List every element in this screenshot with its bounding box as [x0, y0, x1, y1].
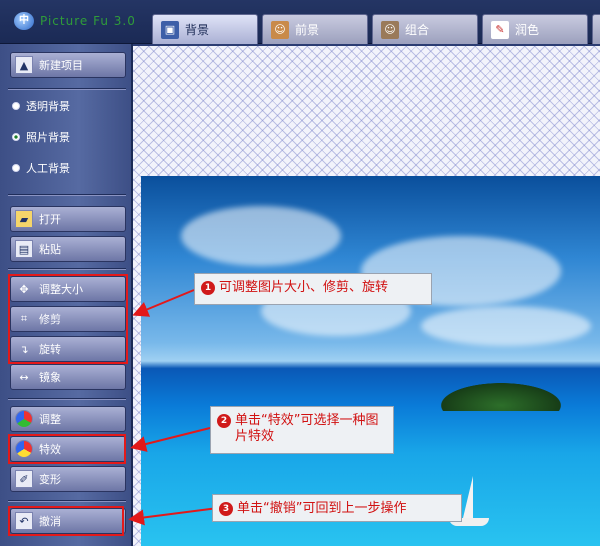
radio-label: 人工背景	[26, 162, 70, 175]
button-label: 新建项目	[39, 59, 83, 72]
cloud	[421, 306, 591, 346]
callout-text: 单击“撤销”可回到上一步操作	[237, 501, 407, 516]
brush-icon: ✎	[491, 20, 509, 39]
divider	[8, 500, 126, 502]
tab-foreground[interactable]: ☺ 前景	[262, 14, 368, 44]
radio-dot[interactable]	[12, 133, 20, 141]
folder-icon: ▰	[15, 210, 33, 228]
tab-compose[interactable]: ☺ 组合	[372, 14, 478, 44]
radio-label: 照片背景	[26, 131, 70, 144]
tab-retouch[interactable]: ✎ 润色	[482, 14, 588, 44]
compose-icon: ☺	[381, 20, 399, 39]
portrait-icon: ☺	[271, 20, 289, 39]
top-bar: 中 Picture Fu 3.0 ▣ 背景 ☺ 前景 ☺ 组合 ✎ 润色	[0, 0, 600, 44]
island	[441, 383, 561, 411]
callout-text: 可调整图片大小、修剪、旋转	[219, 280, 389, 295]
divider	[8, 194, 126, 196]
color-wheel-icon	[15, 410, 33, 428]
mirror-button[interactable]: ↔ 镜象	[10, 364, 126, 390]
tab-label: 组合	[405, 23, 430, 37]
highlight-box-transform-tools	[8, 274, 128, 364]
clipboard-icon: ▤	[15, 240, 33, 258]
cloud	[181, 206, 341, 266]
callout-text: 单击“特效”可选择一种图片特效	[235, 413, 379, 444]
tab-label: 润色	[515, 23, 540, 37]
radio-dot[interactable]	[12, 164, 20, 172]
button-label: 镜象	[39, 371, 61, 384]
radio-manual-bg[interactable]: 人工背景	[12, 160, 70, 176]
radio-dot[interactable]	[12, 102, 20, 110]
image-icon: ▣	[161, 20, 179, 39]
button-label: 调整	[39, 413, 61, 426]
divider	[8, 88, 126, 90]
divider	[8, 398, 126, 400]
open-button[interactable]: ▰ 打开	[10, 206, 126, 232]
app-title: Picture Fu 3.0	[40, 14, 136, 28]
tab-label: 前景	[295, 23, 320, 37]
button-label: 打开	[39, 213, 61, 226]
highlight-box-effects	[8, 434, 126, 464]
app-logo-icon: 中	[14, 12, 34, 30]
new-image-icon: ▲	[15, 56, 33, 74]
highlight-box-undo	[8, 506, 124, 536]
sailboat-sail	[463, 476, 473, 518]
radio-transparent-bg[interactable]: 透明背景	[12, 98, 70, 114]
step-number: 2	[217, 414, 231, 428]
callout-1: 1 可调整图片大小、修剪、旋转	[194, 273, 432, 305]
button-label: 变形	[39, 473, 61, 486]
warp-icon: ✐	[15, 470, 33, 488]
step-number: 1	[201, 281, 215, 295]
tab-more[interactable]	[592, 14, 600, 44]
adjust-button[interactable]: 调整	[10, 406, 126, 432]
paste-button[interactable]: ▤ 粘贴	[10, 236, 126, 262]
divider	[8, 268, 126, 270]
button-label: 粘贴	[39, 243, 61, 256]
tab-label: 背景	[185, 23, 210, 37]
step-number: 3	[219, 502, 233, 516]
background-photo	[141, 176, 600, 546]
transform-button[interactable]: ✐ 变形	[10, 466, 126, 492]
new-project-button[interactable]: ▲ 新建项目	[10, 52, 126, 78]
callout-2: 2 单击“特效”可选择一种图片特效	[210, 406, 394, 454]
mirror-arrows-icon: ↔	[19, 370, 29, 384]
tab-background[interactable]: ▣ 背景	[152, 14, 258, 44]
callout-3: 3 单击“撤销”可回到上一步操作	[212, 494, 462, 522]
radio-label: 透明背景	[26, 100, 70, 113]
radio-photo-bg[interactable]: 照片背景	[12, 129, 70, 145]
